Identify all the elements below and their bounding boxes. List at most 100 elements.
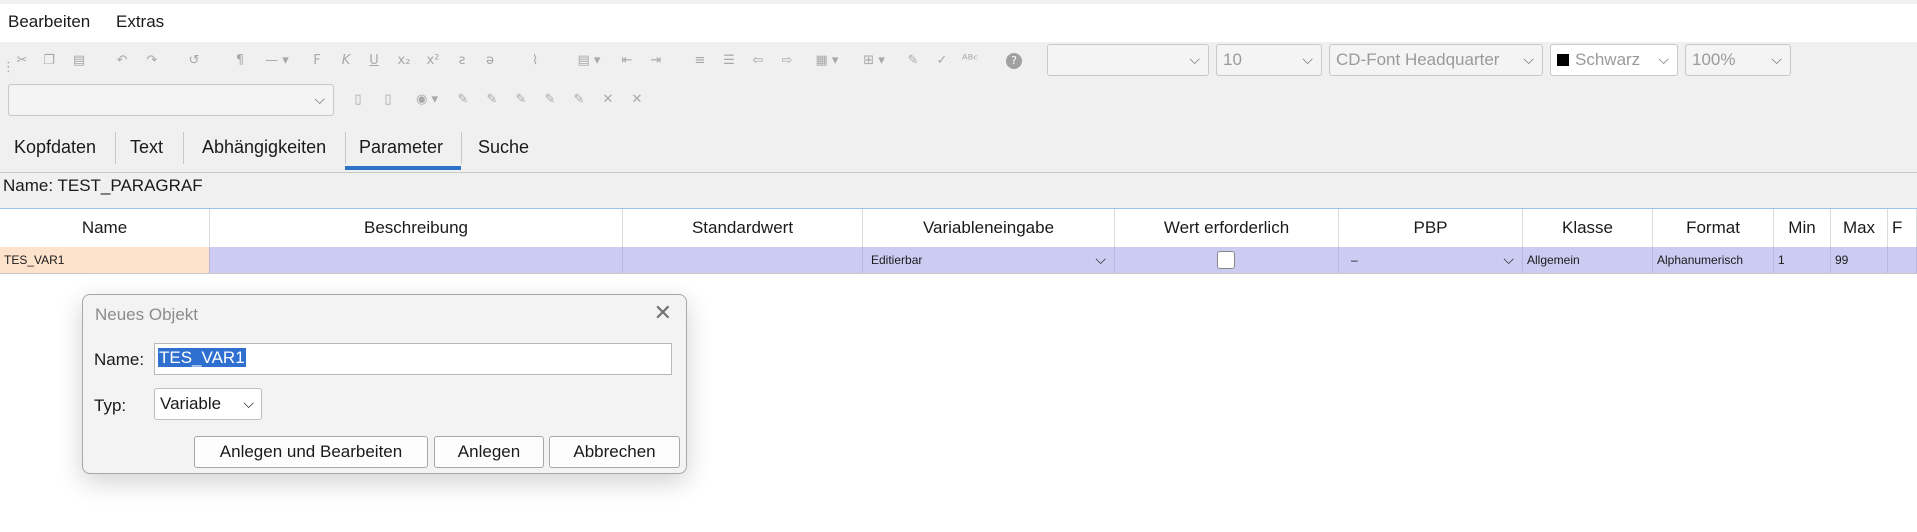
- new-object-dialog: Neues Objekt ✕ Name: TES_VAR1 Typ: Varia…: [82, 294, 687, 474]
- copy-icon[interactable]: ❐: [41, 53, 57, 69]
- cell-name[interactable]: TES_VAR1: [0, 247, 210, 273]
- name-field[interactable]: TES_VAR1: [154, 343, 672, 375]
- cut-icon[interactable]: ✂: [14, 53, 30, 69]
- tab-kopfdaten[interactable]: Kopfdaten: [0, 124, 110, 170]
- menu-bearbeiten[interactable]: Bearbeiten: [8, 12, 90, 32]
- menu-extras[interactable]: Extras: [116, 12, 164, 32]
- column-header-beschreibung[interactable]: Beschreibung: [210, 209, 623, 247]
- arrow-left-icon[interactable]: ⇦: [750, 53, 766, 69]
- spellcheck-icon[interactable]: ᴬᴮᶜ: [962, 53, 978, 69]
- redo-icon[interactable]: ↷: [144, 53, 160, 69]
- bullet-list-icon[interactable]: ☰: [721, 53, 737, 69]
- create-button[interactable]: Anlegen: [434, 436, 544, 468]
- color-select[interactable]: Schwarz ⌵: [1550, 44, 1678, 76]
- chevron-down-icon: ⌵: [1771, 52, 1782, 68]
- zoom-select[interactable]: 100% ⌵: [1685, 44, 1791, 76]
- chevron-down-icon: ⌵: [1523, 52, 1534, 68]
- cell-min[interactable]: 1: [1774, 247, 1831, 273]
- indent-decrease-icon[interactable]: ⇤: [619, 53, 635, 69]
- column-header-standardwert[interactable]: Standardwert: [623, 209, 863, 247]
- edit-field-icon[interactable]: ✎: [455, 92, 471, 108]
- numbered-list-icon[interactable]: ≡: [692, 53, 708, 69]
- chevron-down-icon: ⌵: [1189, 52, 1200, 68]
- underline-icon[interactable]: U: [366, 53, 382, 69]
- name-field-label: Name:: [94, 350, 145, 369]
- color-name-value: Schwarz: [1575, 50, 1641, 69]
- edit-field-4-icon[interactable]: ✎: [542, 92, 558, 108]
- column-header-min[interactable]: Min: [1774, 209, 1831, 247]
- pilcrow-icon[interactable]: ¶: [232, 53, 248, 69]
- help-icon[interactable]: ?: [1006, 53, 1022, 69]
- style-select[interactable]: ⌵: [1047, 44, 1209, 76]
- color-swatch: [1557, 54, 1569, 66]
- format-painter-icon[interactable]: ↺: [186, 53, 202, 69]
- column-header-klasse[interactable]: Klasse: [1523, 209, 1653, 247]
- check-icon[interactable]: ✓: [934, 53, 950, 69]
- bold-icon[interactable]: F: [309, 53, 325, 69]
- cell-partial[interactable]: [1888, 247, 1917, 273]
- tab-divider: [183, 132, 184, 164]
- toolbar: ⋮ ✂ ❐ ▤ ↶ ↷ ↺ ¶ — ▾ F K U x₂ x² ƨ ə ⌇ ▤ …: [0, 42, 1917, 120]
- cell-max[interactable]: 99: [1831, 247, 1888, 273]
- font-size-select[interactable]: 10 ⌵: [1216, 44, 1322, 76]
- cell-variableneingabe[interactable]: Editierbar ⌵: [863, 247, 1115, 273]
- insert-object-icon[interactable]: ⊞ ▾: [857, 53, 891, 69]
- tab-parameter[interactable]: Parameter: [345, 124, 461, 170]
- field-clear-icon[interactable]: ✕: [629, 92, 645, 108]
- column-header-variableneingabe[interactable]: Variableneingabe: [863, 209, 1115, 247]
- tab-suche[interactable]: Suche: [464, 124, 543, 170]
- close-icon[interactable]: ✕: [654, 301, 672, 326]
- table-icon[interactable]: ▦ ▾: [810, 53, 844, 69]
- superscript-icon[interactable]: x²: [425, 53, 441, 69]
- zoom-value: 100%: [1692, 50, 1736, 69]
- edit-field-2-icon[interactable]: ✎: [484, 92, 500, 108]
- cancel-button[interactable]: Abbrechen: [549, 436, 680, 468]
- required-checkbox[interactable]: [1217, 251, 1235, 269]
- type-select[interactable]: Variable ⌵: [154, 388, 262, 420]
- font-name-value: CD-Font Headquarter: [1336, 50, 1500, 69]
- brush-icon[interactable]: ⌇: [527, 53, 543, 69]
- text-effect-icon[interactable]: ə: [482, 53, 498, 69]
- font-size-value: 10: [1223, 50, 1242, 69]
- paste-icon[interactable]: ▤: [71, 53, 87, 69]
- column-header-name[interactable]: Name: [0, 209, 210, 247]
- cell-pbp[interactable]: – ⌵: [1339, 247, 1523, 273]
- document-icon[interactable]: ▯: [350, 92, 366, 108]
- edit-field-5-icon[interactable]: ✎: [571, 92, 587, 108]
- edit-icon[interactable]: ✎: [905, 53, 921, 69]
- chevron-down-icon: ⌵: [1302, 52, 1313, 68]
- horizontal-line-icon[interactable]: — ▾: [262, 53, 292, 69]
- column-header-pbp[interactable]: PBP: [1339, 209, 1523, 247]
- font-name-select[interactable]: CD-Font Headquarter ⌵: [1329, 44, 1543, 76]
- subscript-icon[interactable]: x₂: [396, 53, 412, 69]
- document-copy-icon[interactable]: ▯: [380, 92, 396, 108]
- table-row[interactable]: TES_VAR1 Editierbar ⌵ – ⌵ Allgemein Alphan…: [0, 247, 1917, 274]
- cell-beschreibung[interactable]: [210, 247, 623, 273]
- column-header-wert-erforderlich[interactable]: Wert erforderlich: [1115, 209, 1339, 247]
- arrow-right-icon[interactable]: ⇨: [779, 53, 795, 69]
- tab-abhaengigkeiten[interactable]: Abhängigkeiten: [188, 124, 340, 170]
- cell-klasse[interactable]: Allgemein: [1523, 247, 1653, 273]
- secondary-select[interactable]: ⌵: [8, 84, 334, 116]
- cell-standardwert[interactable]: [623, 247, 863, 273]
- italic-icon[interactable]: K: [338, 53, 354, 69]
- column-header-max[interactable]: Max: [1831, 209, 1888, 247]
- paragraph-style-icon[interactable]: ▤ ▾: [572, 53, 606, 69]
- toolbar-grip-icon: ⋮: [2, 60, 15, 75]
- column-header-format[interactable]: Format: [1653, 209, 1774, 247]
- name-label: Name: TEST_PARAGRAF: [3, 176, 203, 195]
- field-delete-icon[interactable]: ✕: [600, 92, 616, 108]
- tab-text[interactable]: Text: [116, 124, 177, 170]
- create-and-edit-button[interactable]: Anlegen und Bearbeiten: [194, 436, 428, 468]
- edit-field-3-icon[interactable]: ✎: [513, 92, 529, 108]
- tab-divider: [461, 132, 462, 164]
- type-select-value: Variable: [160, 394, 222, 413]
- insert-field-icon[interactable]: ◉ ▾: [410, 92, 444, 108]
- variableneingabe-value: Editierbar: [871, 253, 923, 267]
- column-header-partial[interactable]: F: [1888, 209, 1917, 247]
- undo-icon[interactable]: ↶: [114, 53, 130, 69]
- strikethrough-icon[interactable]: ƨ: [454, 53, 470, 69]
- indent-increase-icon[interactable]: ⇥: [648, 53, 664, 69]
- cell-format[interactable]: Alphanumerisch: [1653, 247, 1774, 273]
- type-field-label: Typ:: [94, 396, 127, 415]
